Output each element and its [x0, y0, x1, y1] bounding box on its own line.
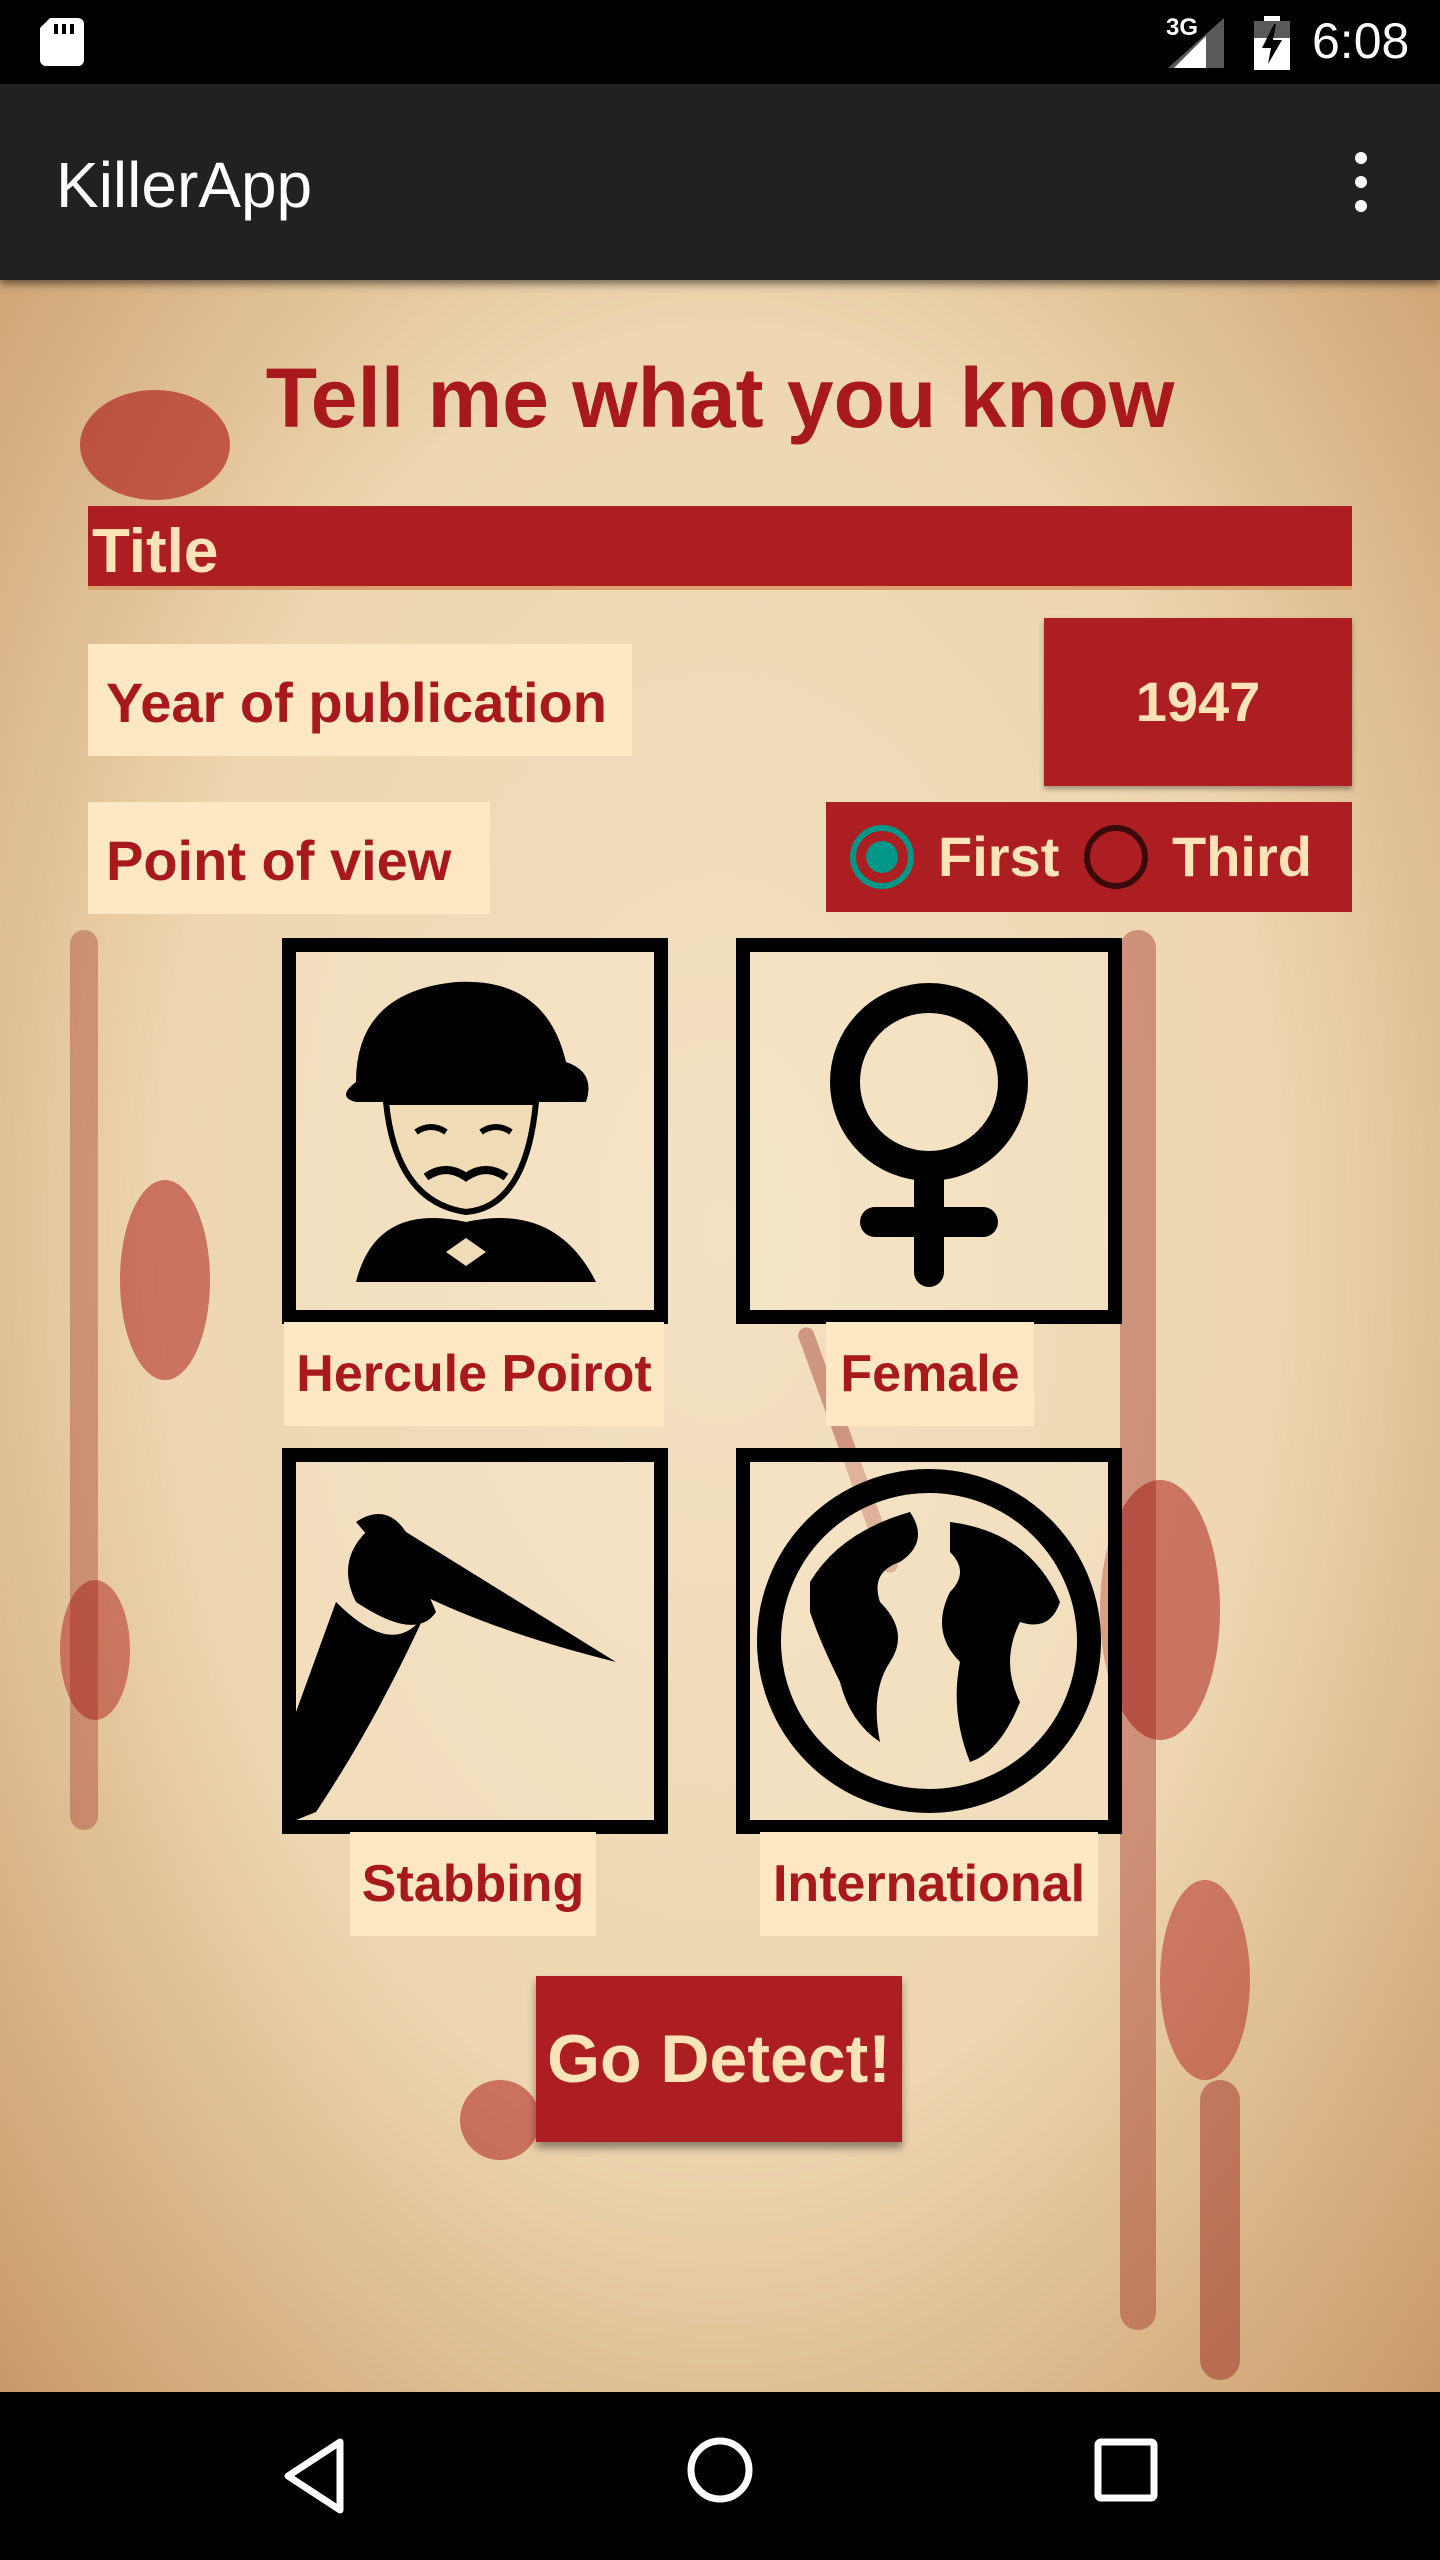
blood-stain: [120, 1180, 210, 1380]
blood-streak: [1120, 930, 1156, 2330]
stabbing-tile[interactable]: [282, 1448, 668, 1834]
point-of-view-radio-group: First Third: [826, 802, 1352, 912]
international-caption: International: [760, 1832, 1098, 1936]
recent-apps-icon[interactable]: [1094, 2438, 1158, 2502]
point-of-view-label: Point of view: [88, 802, 490, 914]
radio-third[interactable]: [1084, 825, 1148, 889]
year-label: Year of publication: [88, 644, 632, 756]
sd-card-icon: [40, 18, 84, 66]
cell-signal-icon: [1168, 18, 1224, 68]
form-heading: Tell me what you know: [265, 351, 1175, 445]
radio-first-label[interactable]: First: [938, 824, 1059, 889]
knife-icon: [296, 1514, 616, 1820]
blood-stain: [460, 2080, 540, 2160]
international-caption-text: International: [772, 1855, 1086, 1913]
detective-caption-text: Hercule Poirot: [296, 1345, 652, 1403]
globe-icon: [757, 1469, 1101, 1813]
female-caption: Female: [826, 1322, 1034, 1426]
more-vert-icon[interactable]: [1346, 150, 1376, 214]
detective-icon: [346, 981, 596, 1282]
female-symbol-icon: [830, 983, 1028, 1287]
point-of-view-label-text: Point of view: [106, 829, 452, 892]
blood-stain: [1160, 1880, 1250, 2080]
home-icon[interactable]: [686, 2436, 754, 2504]
status-bar: 3G 6:08: [0, 0, 1440, 84]
female-caption-text: Female: [840, 1345, 1020, 1403]
stabbing-caption: Stabbing: [350, 1832, 596, 1936]
navigation-bar: [0, 2392, 1440, 2560]
detective-caption: Hercule Poirot: [284, 1322, 664, 1426]
stabbing-caption-text: Stabbing: [361, 1855, 585, 1913]
status-clock: 6:08: [1312, 13, 1410, 69]
main-content: Tell me what you know Title Year of publ…: [0, 280, 1440, 2392]
radio-third-label[interactable]: Third: [1172, 824, 1312, 889]
app-bar: KillerApp: [0, 84, 1440, 280]
international-tile[interactable]: [736, 1448, 1122, 1834]
back-icon[interactable]: [280, 2436, 350, 2516]
battery-charging-icon: [1254, 16, 1290, 70]
title-input[interactable]: Title: [88, 506, 1352, 590]
go-detect-button[interactable]: Go Detect!: [536, 1976, 902, 2142]
radio-first[interactable]: [850, 825, 914, 889]
app-title: KillerApp: [56, 149, 313, 221]
female-tile[interactable]: [736, 938, 1122, 1324]
blood-streak: [70, 930, 98, 1830]
blood-streak: [1200, 2080, 1240, 2380]
year-label-text: Year of publication: [106, 671, 607, 734]
title-input-value: Title: [92, 517, 219, 586]
year-input[interactable]: 1947: [1044, 618, 1352, 786]
detective-tile[interactable]: [282, 938, 668, 1324]
